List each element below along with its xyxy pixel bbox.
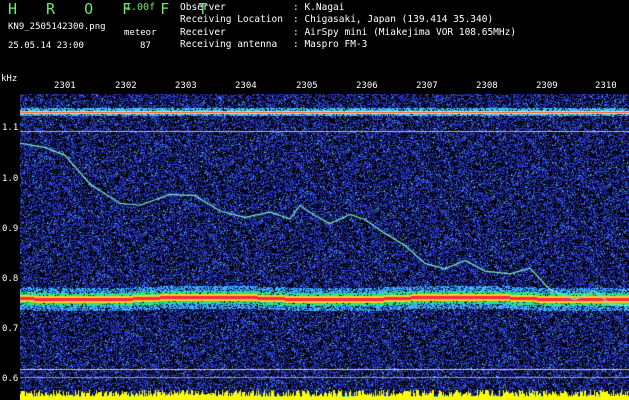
- metadata-row-location: Receiving Location : Chigasaki, Japan (13…: [180, 14, 516, 26]
- x-tick-label: 2301: [54, 81, 76, 91]
- metadata-value: : Chigasaki, Japan (139.414 35.340): [293, 14, 494, 26]
- y-unit-label: kHz: [1, 74, 18, 84]
- y-tick-label: 1.1: [2, 123, 19, 133]
- meteor-count: 87: [140, 41, 151, 51]
- y-tick-label: 0.9: [2, 224, 19, 234]
- y-tick-label: 1.0: [2, 174, 19, 184]
- metadata-key: Receiving antenna: [180, 39, 278, 51]
- x-tick-label: 2303: [175, 81, 197, 91]
- x-tick-label: 2302: [115, 81, 137, 91]
- datetime-label: 25.05.14 23:00: [8, 41, 84, 51]
- metadata-row-observer: Observer : K.Nagai: [180, 2, 516, 14]
- x-tick-label: 2307: [416, 81, 438, 91]
- metadata-value: : AirSpy mini (Miakejima VOR 108.65MHz): [293, 26, 517, 38]
- filename-label: KN9_2505142300.png: [8, 22, 106, 32]
- spectrogram-canvas: [20, 94, 629, 400]
- x-tick-label: 2306: [356, 81, 378, 91]
- version-label: 1.00f: [125, 2, 156, 13]
- meteor-label: meteor: [124, 28, 157, 38]
- x-tick-label: 2309: [536, 81, 558, 91]
- metadata-row-receiver: Receiver : AirSpy mini (Miakejima VOR 108…: [180, 27, 516, 39]
- x-tick-label: 2310: [595, 81, 617, 91]
- metadata-value: : Maspro FM-3: [293, 39, 368, 51]
- x-tick-label: 2308: [476, 81, 498, 91]
- metadata-panel: Observer : K.Nagai Receiving Location : Ch…: [180, 2, 516, 52]
- metadata-key: Receiving Location: [180, 14, 283, 26]
- y-tick-label: 0.8: [2, 274, 19, 284]
- x-tick-label: 2304: [235, 81, 257, 91]
- metadata-value: : K.Nagai: [293, 2, 345, 13]
- metadata-row-antenna: Receiving antenna : Maspro FM-3: [180, 39, 516, 51]
- metadata-key: Receiver: [180, 26, 226, 38]
- y-tick-label: 0.6: [2, 374, 19, 384]
- metadata-key: Observer: [180, 2, 226, 13]
- x-tick-label: 2305: [296, 81, 318, 91]
- y-tick-label: 0.7: [2, 324, 19, 334]
